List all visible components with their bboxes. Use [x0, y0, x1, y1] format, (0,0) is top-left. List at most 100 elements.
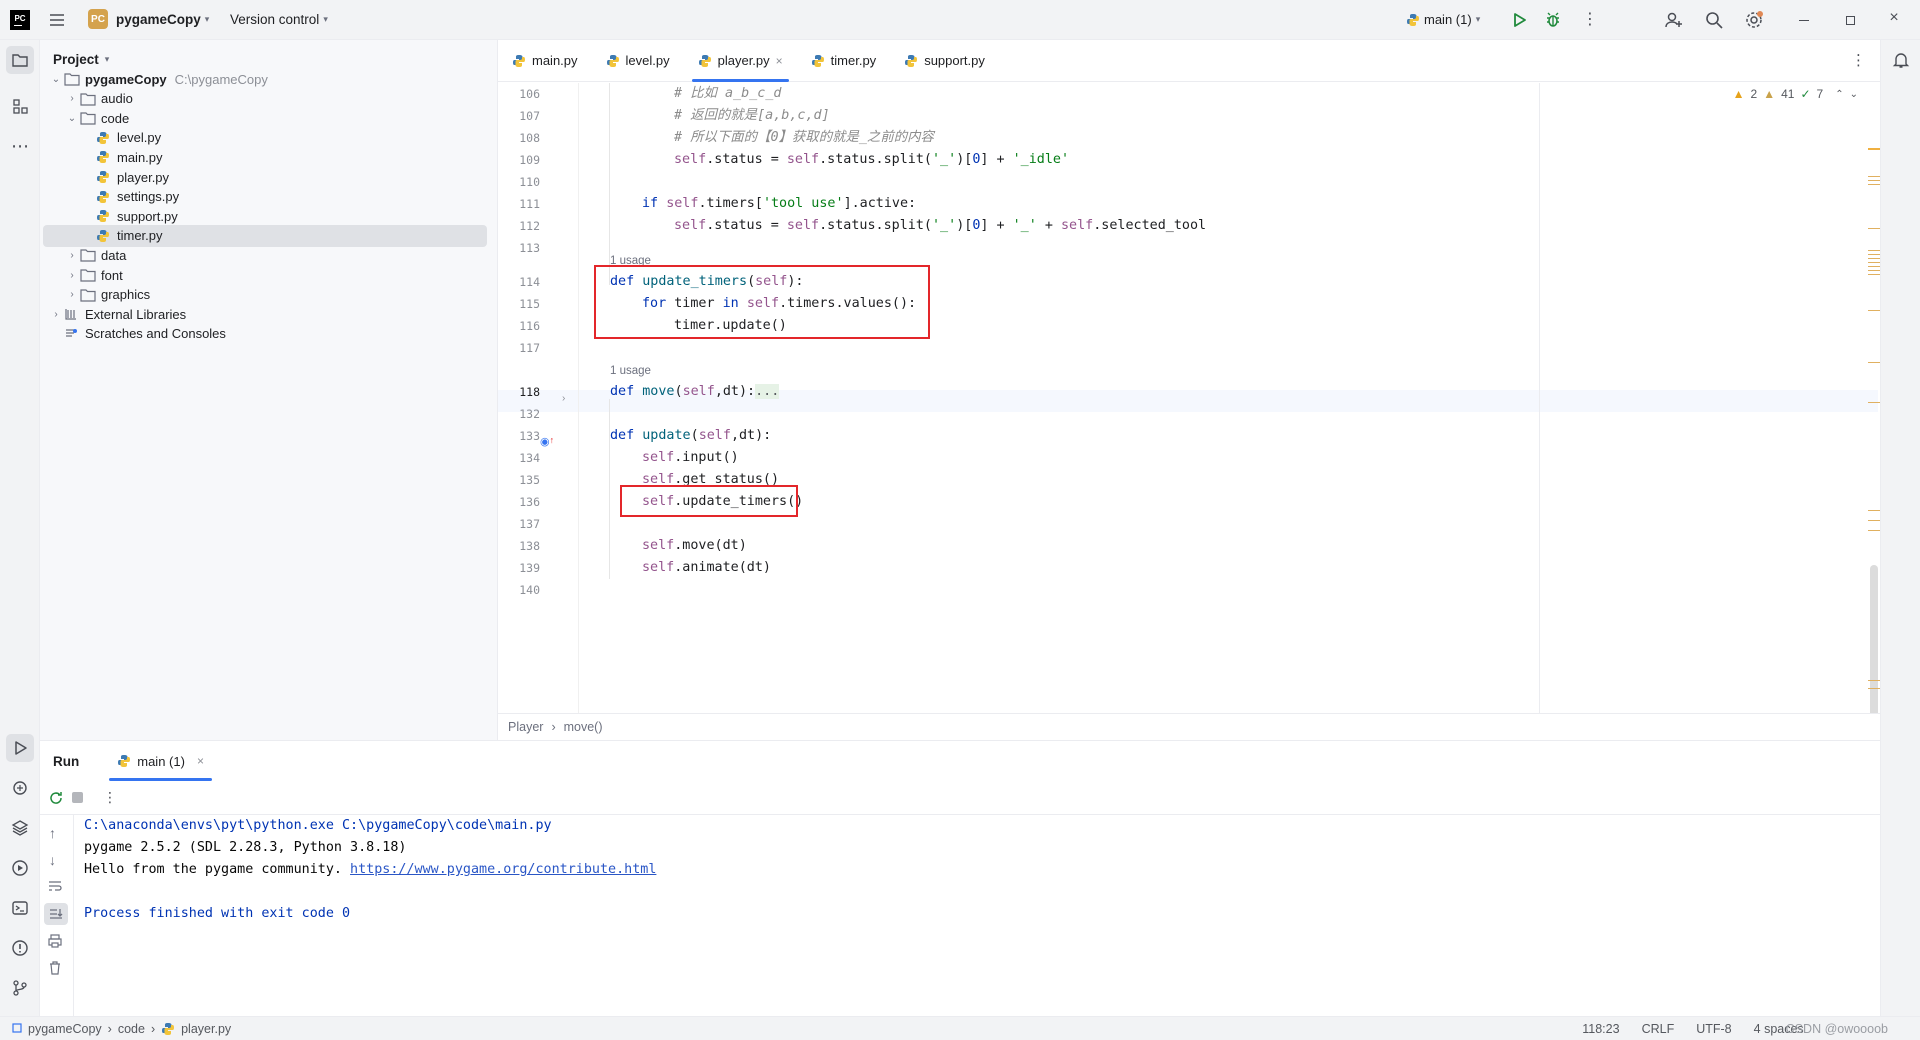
editor-tab[interactable]: support.py [890, 40, 999, 82]
error-stripe[interactable] [1868, 140, 1880, 700]
run-tab[interactable]: main (1) × [109, 741, 212, 781]
print-icon[interactable] [47, 933, 63, 952]
line-number[interactable]: 112 [500, 215, 540, 237]
editor-tab[interactable]: level.py [592, 40, 684, 82]
file-encoding[interactable]: UTF-8 [1696, 1022, 1731, 1036]
console-link[interactable]: https://www.pygame.org/contribute.html [350, 862, 656, 877]
services-icon[interactable] [6, 854, 34, 882]
line-number[interactable]: 111 [500, 193, 540, 215]
chevron-up-icon[interactable]: ⌃ [1835, 89, 1843, 100]
chevron-right-icon[interactable]: › [64, 250, 80, 261]
project-panel-header[interactable]: Project ▾ [53, 52, 109, 67]
line-number[interactable]: 106 [500, 83, 540, 105]
restore-window-button[interactable] [1840, 10, 1860, 30]
project-folder-icon[interactable] [6, 46, 34, 74]
fold-arrow-icon[interactable]: › [562, 393, 565, 404]
status-path-segment[interactable]: pygameCopy [28, 1022, 102, 1036]
line-separator[interactable]: CRLF [1642, 1022, 1675, 1036]
rerun-icon[interactable] [46, 788, 66, 808]
folded-code-placeholder[interactable]: ... [755, 384, 780, 399]
line-number[interactable]: 133 [500, 425, 540, 447]
close-icon[interactable]: × [776, 54, 783, 68]
line-number[interactable]: 108 [500, 127, 540, 149]
chevron-down-icon[interactable]: ⌄ [48, 74, 64, 85]
line-number[interactable]: 114 [500, 271, 540, 293]
line-number[interactable]: 110 [500, 171, 540, 193]
close-window-button[interactable]: × [1884, 8, 1904, 28]
line-number[interactable]: 135 [500, 469, 540, 491]
line-number[interactable]: 107 [500, 105, 540, 127]
line-number[interactable]: 115 [500, 293, 540, 315]
tree-item[interactable]: Scratches and Consoles [48, 323, 226, 345]
breadcrumb-class[interactable]: Player [508, 720, 543, 734]
folder-icon [80, 248, 96, 262]
notifications-bell-icon[interactable] [1887, 46, 1915, 74]
tab-label: player.py [717, 53, 770, 68]
tabs-more-icon[interactable]: ⋮ [1851, 51, 1866, 69]
arrow-down-icon[interactable]: ↓ [49, 852, 56, 868]
stop-icon[interactable] [72, 792, 83, 803]
python-console-icon[interactable] [6, 774, 34, 802]
editor-tab[interactable]: main.py [498, 40, 592, 82]
close-icon[interactable]: × [197, 754, 204, 768]
line-number[interactable]: 132 [500, 403, 540, 425]
code-area[interactable]: # 比如 a_b_c_d # 返回的就是[a,b,c,d] # 所以下面的【0】… [578, 83, 1878, 753]
line-number[interactable]: 118 [500, 381, 540, 403]
code-with-me-icon[interactable] [1664, 10, 1684, 33]
more-icon[interactable]: ⋮ [103, 789, 117, 806]
search-icon[interactable] [1704, 10, 1724, 33]
override-marker-icon[interactable]: ◉↑ [540, 435, 554, 448]
usage-hint[interactable]: 1 usage [610, 365, 651, 377]
chevron-right-icon[interactable]: › [64, 289, 80, 300]
soft-wrap-icon[interactable] [47, 879, 63, 896]
run-config-selector[interactable]: main (1) ▾ [1406, 12, 1480, 27]
chevron-down-icon[interactable]: ⌄ [1850, 89, 1858, 100]
problems-icon[interactable] [6, 934, 34, 962]
project-switcher[interactable]: PC pygameCopy ▾ [88, 9, 209, 29]
chevron-right-icon[interactable]: › [64, 93, 80, 104]
breadcrumb-method[interactable]: move() [564, 720, 603, 734]
inspection-widget[interactable]: ▲ 2 ▲ 41 ✓ 7 ⌃ ⌄ [1733, 87, 1858, 101]
line-number[interactable]: 136 [500, 491, 540, 513]
line-number[interactable]: 140 [500, 579, 540, 601]
line-number[interactable]: 134 [500, 447, 540, 469]
line-number[interactable]: 113 [500, 237, 540, 259]
minimize-window-button[interactable] [1794, 10, 1814, 30]
run-tool-icon[interactable] [6, 734, 34, 762]
editor-tab[interactable]: player.py × [684, 40, 797, 82]
caret-position[interactable]: 118:23 [1582, 1022, 1619, 1036]
tree-item-label: data [101, 247, 127, 263]
line-number[interactable]: 116 [500, 315, 540, 337]
status-path-segment[interactable]: player.py [181, 1022, 231, 1036]
run-panel-header: Run main (1) × [40, 741, 1880, 781]
more-actions-icon[interactable]: ⋮ [1582, 11, 1598, 29]
structure-icon[interactable] [6, 92, 34, 120]
terminal-icon[interactable] [6, 894, 34, 922]
python-packages-icon[interactable] [6, 814, 34, 842]
settings-gear-icon[interactable] [1744, 10, 1764, 33]
scroll-to-end-icon[interactable] [44, 903, 68, 925]
editor-tab[interactable]: timer.py [797, 40, 891, 82]
tree-item[interactable]: support.py [96, 205, 178, 227]
python-file-icon [698, 54, 712, 68]
console-output[interactable]: C:\anaconda\envs\pyt\python.exe C:\pygam… [84, 815, 1874, 1015]
run-icon[interactable] [1510, 11, 1528, 32]
git-branch-icon[interactable] [6, 974, 34, 1002]
line-number[interactable]: 109 [500, 149, 540, 171]
chevron-right-icon[interactable]: › [48, 309, 64, 320]
debug-icon[interactable] [1544, 11, 1562, 32]
main-menu-icon[interactable] [48, 11, 66, 29]
line-number[interactable]: 138 [500, 535, 540, 557]
more-tools-icon[interactable]: ⋯ [6, 132, 34, 160]
version-control-menu[interactable]: Version control ▾ [230, 12, 328, 27]
python-file-icon [811, 54, 825, 68]
arrow-up-icon[interactable]: ↑ [49, 825, 56, 841]
line-number[interactable]: 139 [500, 557, 540, 579]
chevron-right-icon[interactable]: › [64, 270, 80, 281]
trash-icon[interactable] [47, 960, 63, 979]
line-number[interactable]: 117 [500, 337, 540, 359]
line-number[interactable]: 137 [500, 513, 540, 535]
chevron-down-icon[interactable]: ⌄ [64, 113, 80, 124]
pycharm-logo[interactable]: PC [10, 10, 30, 30]
status-path-segment[interactable]: code [118, 1022, 145, 1036]
